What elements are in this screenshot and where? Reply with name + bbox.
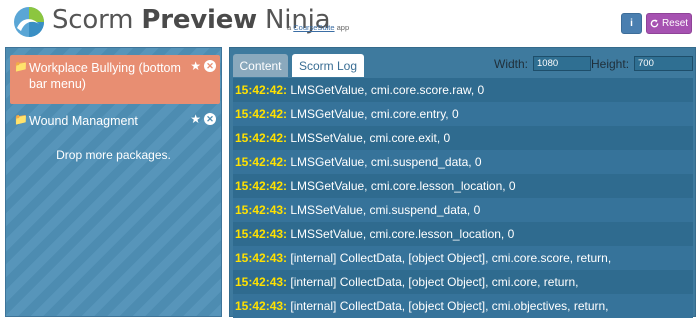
star-icon[interactable]: ★ — [190, 59, 201, 73]
coursesuite-link[interactable]: CourseSuite — [293, 23, 334, 32]
folder-icon: 📁 — [14, 61, 28, 73]
drop-zone-text[interactable]: Drop more packages. — [6, 148, 221, 162]
info-icon: i — [630, 18, 633, 29]
reset-button[interactable]: Reset — [646, 13, 692, 34]
log-row: 15:42:43: LMSSetValue, cmi.core.lesson_l… — [233, 222, 693, 246]
width-input[interactable]: 1080 — [533, 56, 591, 71]
log-row: 15:42:42: LMSGetValue, cmi.core.lesson_l… — [233, 174, 693, 198]
log-row: 15:42:43: [internal] CollectData, [objec… — [233, 246, 693, 270]
app-header: Scorm Preview Ninja a CourseSuite app i … — [0, 0, 700, 46]
log-row: 15:42:42: LMSGetValue, cmi.suspend_data,… — [233, 150, 693, 174]
close-circle-icon[interactable]: ✕ — [204, 60, 216, 72]
height-label: Height: — [591, 57, 630, 71]
info-button[interactable]: i — [621, 13, 642, 34]
reset-label: Reset — [661, 18, 689, 29]
height-input[interactable]: 700 — [634, 56, 693, 71]
main-panel: Content Scorm Log Width: 1080 Height: 70… — [229, 47, 696, 318]
folder-icon: 📁 — [14, 114, 28, 126]
width-label: Width: — [494, 57, 529, 71]
tab-scorm-log[interactable]: Scorm Log — [292, 54, 364, 77]
package-item-wound-management[interactable]: 📁 Wound Managment ★ ✕ — [10, 108, 220, 132]
log-row: 15:42:43: LMSSetValue, cmi.suspend_data,… — [233, 198, 693, 222]
log-row: 15:42:43: [internal] CollectData, [objec… — [233, 294, 693, 318]
package-label: Workplace Bullying (bottom bar menu) — [29, 61, 181, 91]
app-byline: a CourseSuite app — [287, 23, 350, 32]
log-row: 15:42:42: LMSSetValue, cmi.core.exit, 0 — [233, 126, 693, 150]
package-sidebar: 📁 Workplace Bullying (bottom bar menu) ★… — [5, 47, 222, 317]
close-circle-icon[interactable]: ✕ — [204, 113, 216, 125]
star-icon[interactable]: ★ — [190, 112, 201, 126]
package-label: Wound Managment — [29, 114, 138, 128]
scorm-logo-icon — [14, 7, 44, 37]
log-row: 15:42:43: [internal] CollectData, [objec… — [233, 270, 693, 294]
tab-content[interactable]: Content — [233, 54, 288, 77]
package-item-workplace-bullying[interactable]: 📁 Workplace Bullying (bottom bar menu) ★… — [10, 55, 220, 104]
scorm-log-list[interactable]: 15:42:42: LMSGetValue, cmi.core.score.ra… — [233, 78, 693, 318]
log-row: 15:42:42: LMSGetValue, cmi.core.score.ra… — [233, 78, 693, 102]
log-row: 15:42:42: LMSGetValue, cmi.core.entry, 0 — [233, 102, 693, 126]
refresh-icon — [650, 19, 659, 28]
